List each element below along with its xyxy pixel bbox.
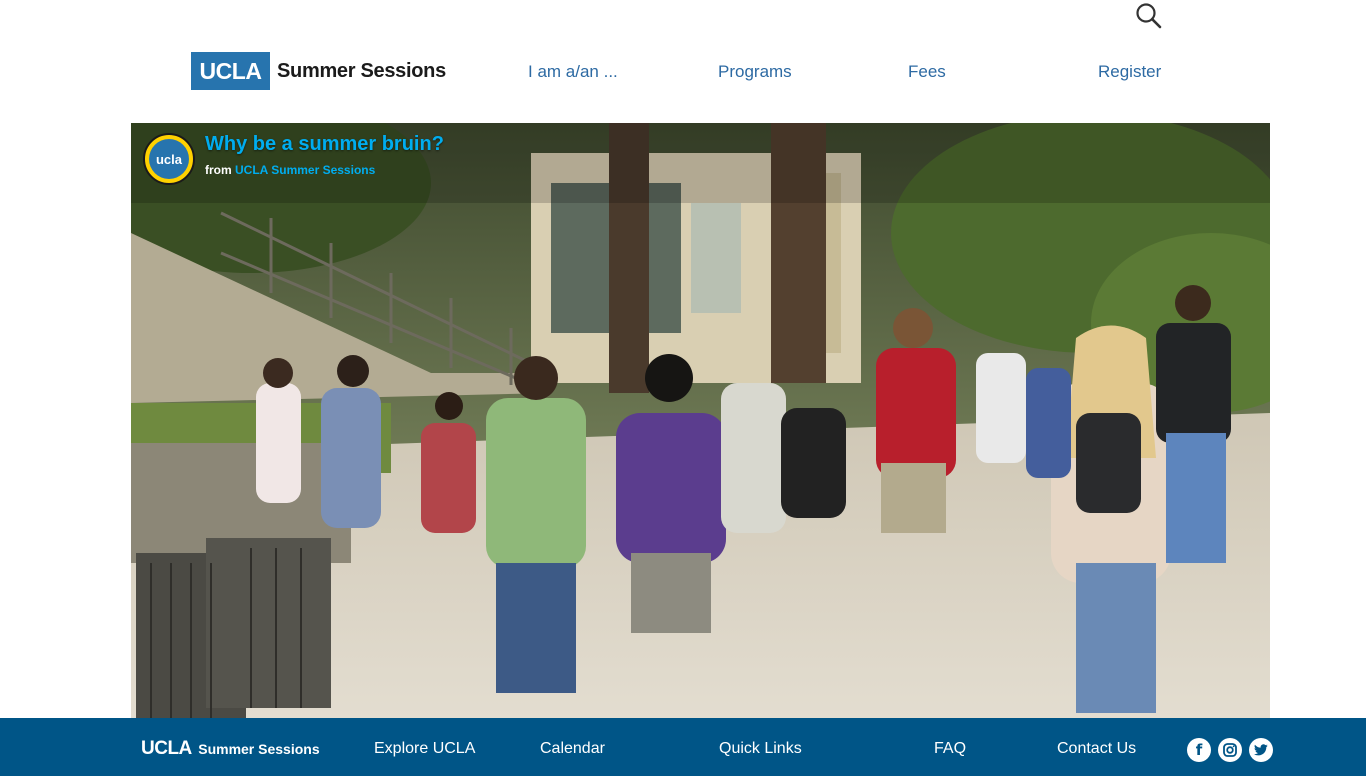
search-button[interactable] bbox=[1134, 1, 1164, 31]
logo-text: Summer Sessions bbox=[277, 59, 446, 82]
footer-logo-mark: UCLA bbox=[141, 738, 192, 759]
video-title[interactable]: Why be a summer bruin? bbox=[205, 133, 444, 156]
facebook-button[interactable]: f bbox=[1187, 738, 1211, 762]
footer-link-contact-us[interactable]: Contact Us bbox=[1057, 740, 1136, 758]
nav-item-i-am[interactable]: I am a/an ... bbox=[528, 62, 618, 82]
footer-link-calendar[interactable]: Calendar bbox=[540, 740, 605, 758]
search-icon bbox=[1136, 3, 1162, 29]
video-frame-image bbox=[131, 123, 1270, 718]
hero-video[interactable]: ucla Why be a summer bruin? from UCLA Su… bbox=[131, 123, 1270, 718]
video-title-overlay: ucla Why be a summer bruin? from UCLA Su… bbox=[143, 133, 444, 185]
instagram-icon bbox=[1223, 743, 1237, 757]
footer-link-explore-ucla[interactable]: Explore UCLA bbox=[374, 740, 475, 758]
twitter-icon bbox=[1254, 744, 1268, 756]
logo-mark: UCLA bbox=[191, 52, 270, 90]
footer-logo-text: Summer Sessions bbox=[198, 741, 320, 757]
nav-item-programs[interactable]: Programs bbox=[718, 62, 792, 82]
footer-link-faq[interactable]: FAQ bbox=[934, 740, 966, 758]
instagram-button[interactable] bbox=[1218, 738, 1242, 762]
channel-link[interactable]: UCLA Summer Sessions bbox=[235, 163, 375, 177]
footer-link-quick-links[interactable]: Quick Links bbox=[719, 740, 802, 758]
channel-avatar[interactable]: ucla bbox=[143, 133, 195, 185]
nav-item-fees[interactable]: Fees bbox=[908, 62, 946, 82]
footer-bar: UCLA Summer Sessions Explore UCLA Calend… bbox=[0, 718, 1366, 776]
site-logo[interactable]: UCLA Summer Sessions bbox=[191, 52, 446, 90]
facebook-icon: f bbox=[1195, 741, 1203, 759]
video-meta: Why be a summer bruin? from UCLA Summer … bbox=[205, 133, 444, 177]
byline-prefix: from bbox=[205, 163, 232, 177]
nav-item-register[interactable]: Register bbox=[1098, 62, 1161, 82]
footer-logo[interactable]: UCLA Summer Sessions bbox=[141, 738, 320, 760]
twitter-button[interactable] bbox=[1249, 738, 1273, 762]
video-byline: from UCLA Summer Sessions bbox=[205, 163, 444, 177]
channel-avatar-logo: ucla bbox=[149, 139, 189, 179]
